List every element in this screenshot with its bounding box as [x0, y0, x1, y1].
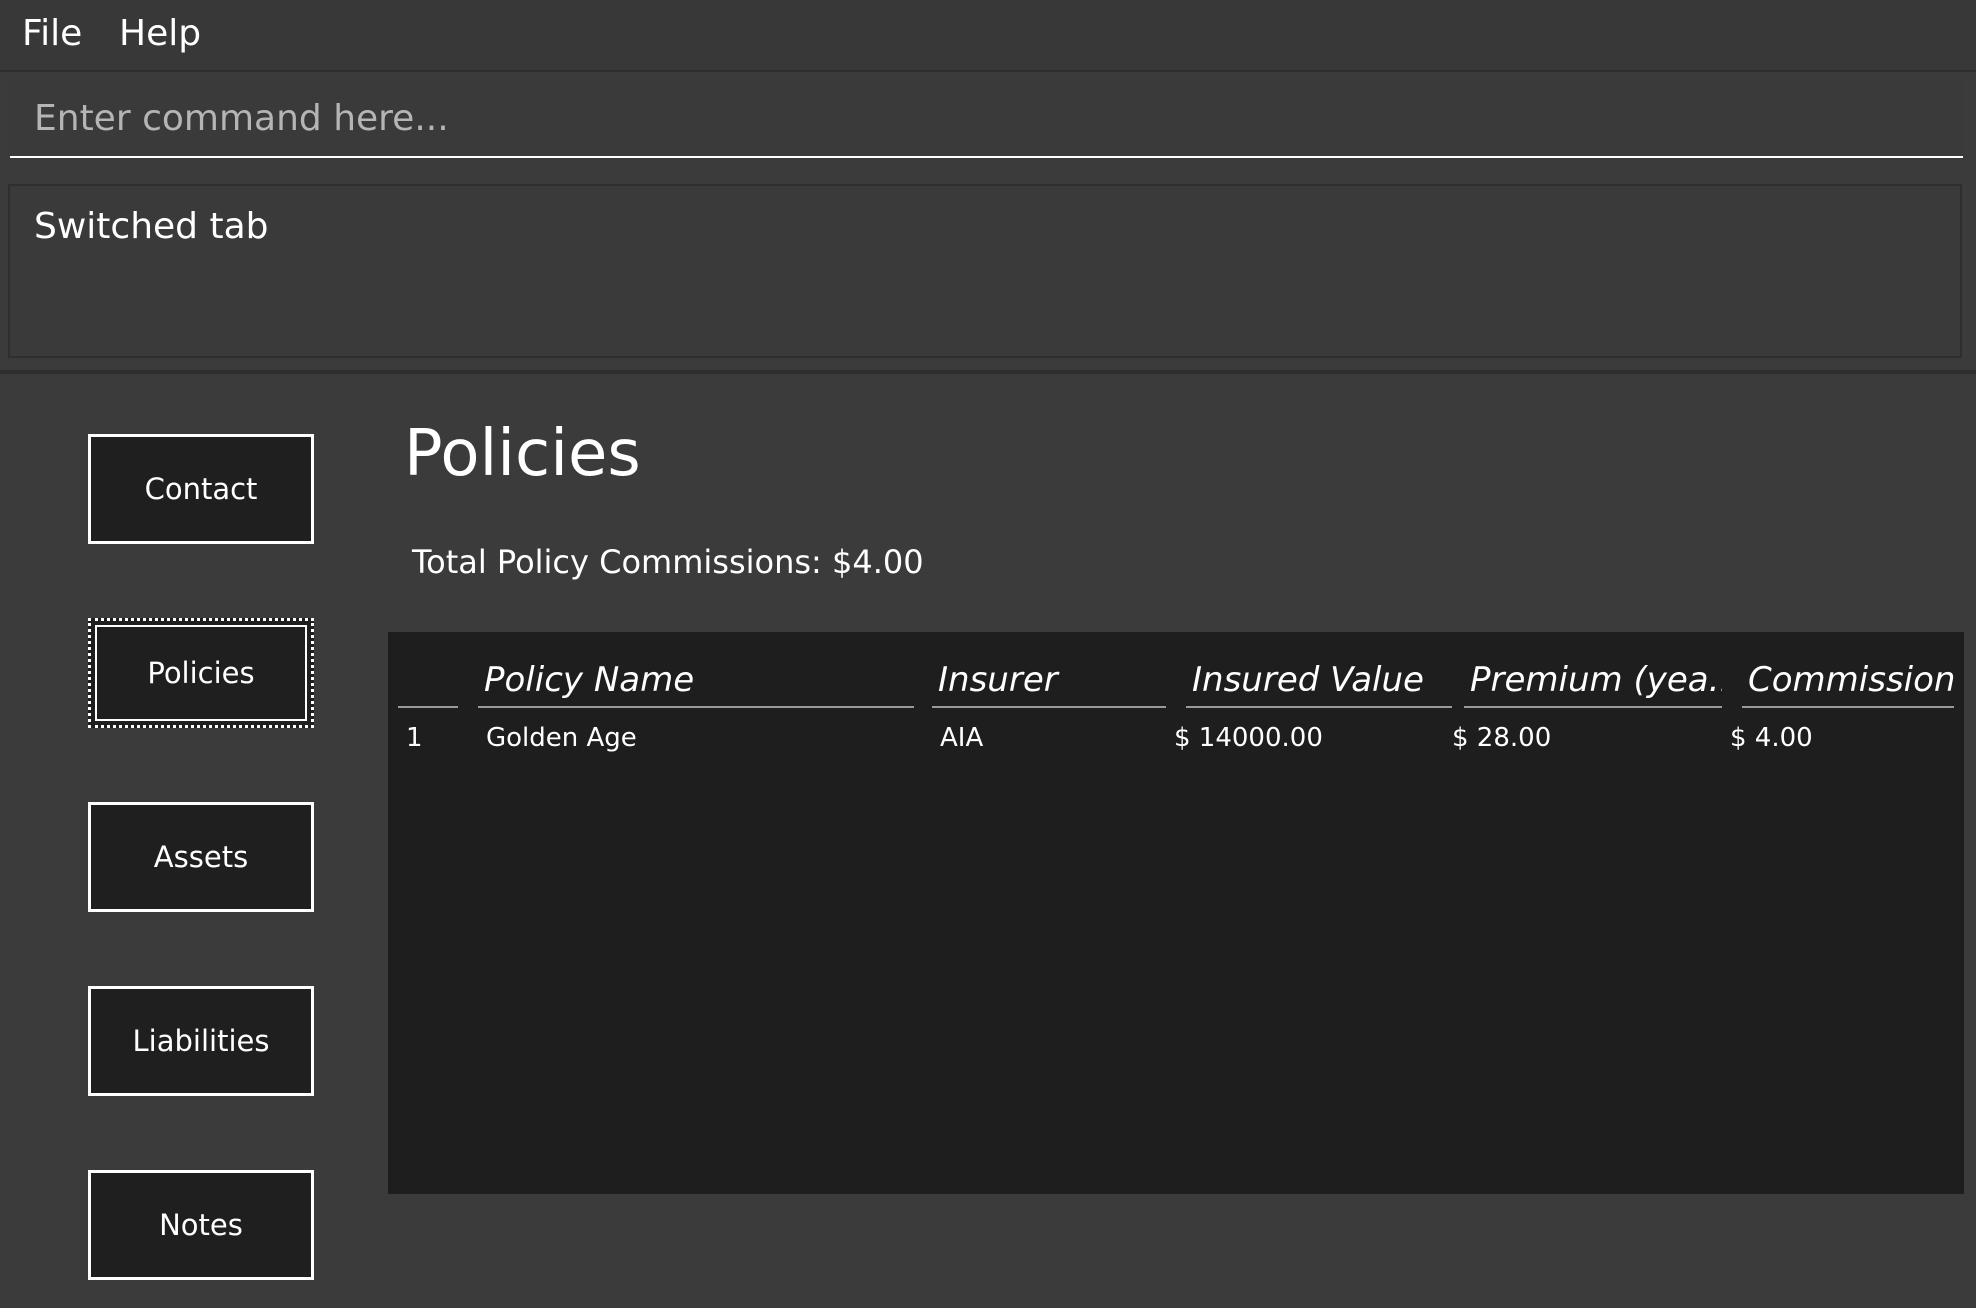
cell-premium: $ 28.00	[1452, 723, 1552, 753]
menu-file[interactable]: File	[22, 12, 82, 56]
menu-bar: File Help	[0, 0, 1976, 72]
result-text: Switched tab	[34, 206, 269, 247]
column-header-insurer[interactable]: Insurer	[932, 652, 1166, 708]
command-box	[10, 80, 1963, 158]
column-header-policy-name[interactable]: Policy Name	[478, 652, 914, 708]
section-divider	[0, 370, 1976, 374]
cell-index: 1	[406, 723, 423, 753]
policies-table: Policy Name Insurer Insured Value Premiu…	[388, 632, 1964, 1194]
result-display: Switched tab	[8, 184, 1962, 358]
column-header-insured-value[interactable]: Insured Value	[1186, 652, 1452, 708]
cell-insured-value: $ 14000.00	[1174, 723, 1323, 753]
sidebar-item-notes[interactable]: Notes	[88, 1170, 314, 1280]
sidebar-item-assets[interactable]: Assets	[88, 802, 314, 912]
command-input[interactable]	[10, 80, 1963, 158]
sidebar-item-contact[interactable]: Contact	[88, 434, 314, 544]
total-commissions: Total Policy Commissions: $4.00	[412, 543, 924, 581]
cell-insurer: AIA	[940, 723, 984, 753]
sidebar-item-policies[interactable]: Policies	[88, 618, 314, 728]
cell-policy-name: Golden Age	[486, 723, 637, 753]
column-header-index[interactable]	[398, 652, 458, 708]
column-header-commission[interactable]: Commission	[1742, 652, 1954, 708]
menu-help[interactable]: Help	[119, 12, 201, 56]
page-title: Policies	[404, 417, 641, 491]
column-header-premium[interactable]: Premium (yea...	[1464, 652, 1722, 708]
sidebar-item-liabilities[interactable]: Liabilities	[88, 986, 314, 1096]
cell-commission: $ 4.00	[1730, 723, 1813, 753]
